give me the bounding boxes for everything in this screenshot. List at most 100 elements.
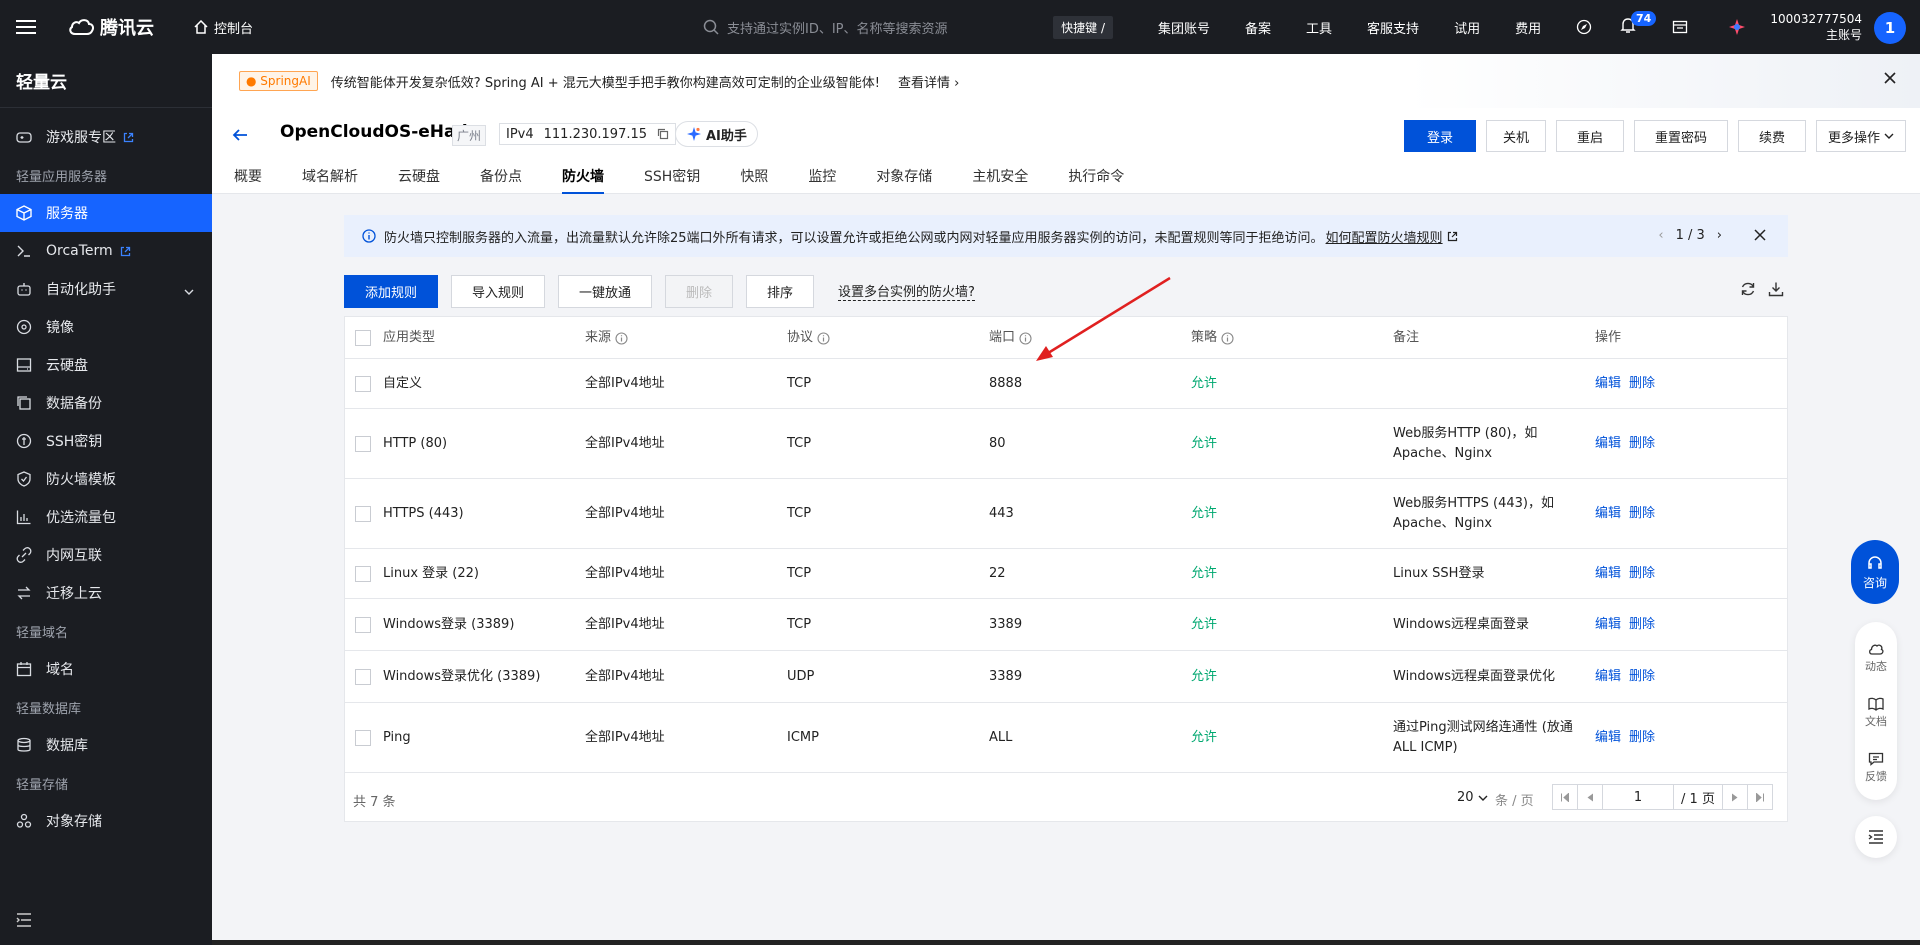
sidebar-item[interactable]: 数据备份 [0, 384, 212, 422]
refresh-icon[interactable] [1740, 281, 1756, 297]
tab[interactable]: 概要 [234, 166, 262, 194]
sidebar-item[interactable]: 服务器 [0, 194, 212, 232]
float-menu-button[interactable] [1855, 816, 1897, 858]
delete-link[interactable]: 删除 [1629, 615, 1655, 635]
shutdown-button[interactable]: 关机 [1486, 120, 1546, 152]
ai-sparkle-icon[interactable] [1728, 18, 1746, 36]
close-banner-icon[interactable] [1884, 72, 1896, 84]
sidebar-item[interactable]: 域名 [0, 650, 212, 688]
allow-all-button[interactable]: 一键放通 [558, 274, 652, 308]
next-page-button[interactable] [1722, 784, 1748, 810]
sidebar-item[interactable]: 防火墙模板 [0, 460, 212, 498]
last-page-button[interactable] [1747, 784, 1773, 810]
sidebar-item[interactable]: 内网互联 [0, 536, 212, 574]
delete-button[interactable]: 删除 [665, 274, 733, 308]
nav-billing[interactable]: 费用 [1515, 18, 1541, 37]
nav-tools[interactable]: 工具 [1306, 18, 1332, 37]
external-link-icon[interactable] [1447, 231, 1458, 242]
download-icon[interactable] [1768, 281, 1784, 297]
account-info[interactable]: 100032777504 主账号 [1770, 11, 1862, 43]
sidebar-item[interactable]: 优选流量包 [0, 498, 212, 536]
menu-icon[interactable] [0, 0, 52, 54]
notice-help-link[interactable]: 如何配置防火墙规则 [1326, 227, 1443, 246]
tab[interactable]: 执行命令 [1068, 166, 1124, 194]
console-link[interactable]: 控制台 [194, 18, 253, 37]
info-icon[interactable] [1221, 331, 1234, 345]
first-page-button[interactable] [1552, 784, 1578, 810]
notice-next[interactable]: › [1717, 228, 1722, 243]
tab[interactable]: 云硬盘 [398, 166, 440, 194]
nav-group-account[interactable]: 集团账号 [1158, 18, 1210, 37]
close-notice-icon[interactable] [1754, 229, 1766, 241]
select-all-checkbox[interactable] [355, 329, 371, 346]
tab[interactable]: 域名解析 [302, 166, 358, 194]
feedback-button[interactable]: 反馈 [1865, 740, 1887, 795]
delete-link[interactable]: 删除 [1629, 564, 1655, 584]
reset-password-button[interactable]: 重置密码 [1634, 120, 1728, 152]
row-checkbox[interactable] [355, 506, 371, 522]
row-checkbox[interactable] [355, 730, 371, 746]
row-checkbox[interactable] [355, 669, 371, 685]
row-checkbox[interactable] [355, 376, 371, 392]
brand-logo[interactable]: 腾讯云 [68, 14, 168, 40]
delete-link[interactable]: 删除 [1629, 434, 1655, 454]
sidebar-item[interactable]: 迁移上云 [0, 574, 212, 612]
docs-button[interactable]: 文档 [1865, 685, 1887, 740]
info-icon[interactable] [817, 331, 830, 345]
global-search[interactable]: 支持通过实例ID、IP、名称等搜索资源 快捷键 / [703, 10, 1113, 44]
delete-link[interactable]: 删除 [1629, 504, 1655, 524]
sidebar-item[interactable]: 镜像 [0, 308, 212, 346]
prev-page-button[interactable] [1577, 784, 1603, 810]
delete-link[interactable]: 删除 [1629, 667, 1655, 687]
row-checkbox[interactable] [355, 566, 371, 582]
sidebar-item[interactable]: SSH密钥 [0, 422, 212, 460]
sort-button[interactable]: 排序 [746, 274, 814, 308]
edit-link[interactable]: 编辑 [1595, 374, 1621, 394]
copy-icon[interactable] [657, 128, 669, 140]
avatar[interactable]: 1 [1874, 12, 1906, 44]
sidebar-item[interactable]: 数据库 [0, 726, 212, 764]
back-arrow-icon[interactable] [232, 128, 248, 142]
restart-button[interactable]: 重启 [1556, 120, 1624, 152]
compass-icon[interactable] [1576, 19, 1592, 35]
nav-trial[interactable]: 试用 [1454, 18, 1480, 37]
add-rule-button[interactable]: 添加规则 [344, 274, 438, 308]
sidebar-item[interactable]: OrcaTerm [0, 232, 212, 270]
edit-link[interactable]: 编辑 [1595, 434, 1621, 454]
tab[interactable]: 防火墙 [562, 166, 604, 194]
updates-button[interactable]: 动态 [1865, 630, 1887, 685]
delete-link[interactable]: 删除 [1629, 728, 1655, 748]
collapse-sidebar-icon[interactable] [16, 913, 32, 927]
delete-link[interactable]: 删除 [1629, 374, 1655, 394]
edit-link[interactable]: 编辑 [1595, 564, 1621, 584]
nav-support[interactable]: 客服支持 [1367, 18, 1419, 37]
edit-link[interactable]: 编辑 [1595, 667, 1621, 687]
page-input[interactable]: 1 [1602, 784, 1674, 810]
ai-assistant-button[interactable]: AI助手 [675, 121, 758, 147]
import-rules-button[interactable]: 导入规则 [451, 274, 545, 308]
consult-button[interactable]: 咨询 [1851, 540, 1899, 604]
sidebar-item[interactable]: 游戏服专区 [0, 118, 212, 156]
tab[interactable]: 主机安全 [972, 166, 1028, 194]
sidebar-item[interactable]: 云硬盘 [0, 346, 212, 384]
nav-icp[interactable]: 备案 [1245, 18, 1271, 37]
tab[interactable]: 快照 [740, 166, 768, 194]
multi-instance-link[interactable]: 设置多台实例的防火墙? [838, 281, 975, 301]
info-icon[interactable] [1019, 331, 1032, 345]
sidebar-item[interactable]: 自动化助手 [0, 270, 212, 308]
tab[interactable]: 备份点 [480, 166, 522, 194]
edit-link[interactable]: 编辑 [1595, 728, 1621, 748]
renew-button[interactable]: 续费 [1738, 120, 1806, 152]
page-size-select[interactable]: 20 [1457, 790, 1488, 805]
notice-prev[interactable]: ‹ [1658, 228, 1663, 243]
sidebar-item[interactable]: 对象存储 [0, 802, 212, 840]
tab[interactable]: 对象存储 [876, 166, 932, 194]
promo-link[interactable]: 查看详情 › [898, 72, 959, 91]
row-checkbox[interactable] [355, 436, 371, 452]
tab[interactable]: SSH密钥 [644, 166, 700, 194]
login-button[interactable]: 登录 [1404, 120, 1476, 152]
tab[interactable]: 监控 [808, 166, 836, 194]
more-actions-button[interactable]: 更多操作 [1816, 120, 1906, 152]
edit-link[interactable]: 编辑 [1595, 615, 1621, 635]
info-icon[interactable] [615, 331, 628, 345]
